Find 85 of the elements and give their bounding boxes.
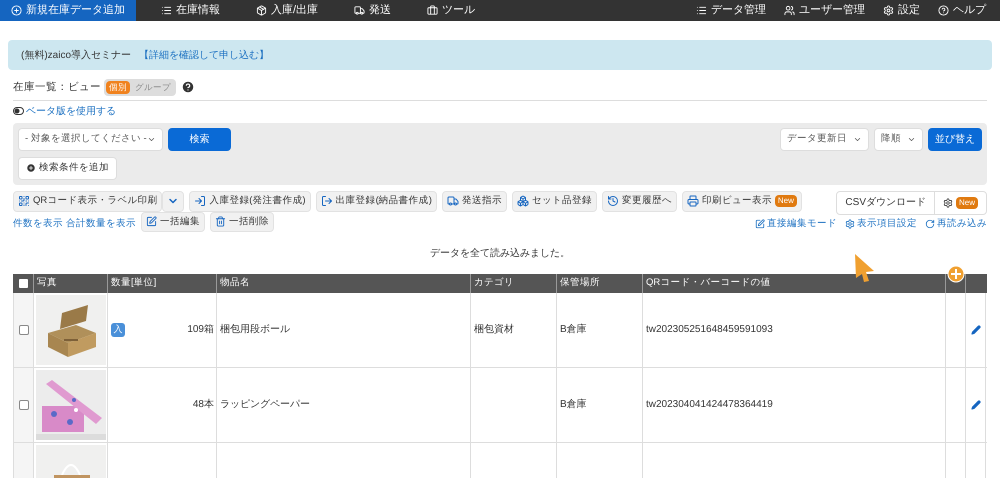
help-icon bbox=[938, 5, 949, 16]
column-header: 数量[単位] bbox=[108, 274, 217, 293]
settings-icon bbox=[942, 198, 953, 208]
list-icon bbox=[696, 5, 707, 16]
reload-icon bbox=[925, 218, 935, 229]
search-button[interactable]: 検索 bbox=[168, 128, 231, 151]
bulk-button[interactable]: 一括削除 bbox=[210, 212, 274, 232]
edit-icon bbox=[146, 216, 157, 228]
nav-tab[interactable]: 発送 bbox=[343, 0, 402, 21]
nav-link[interactable]: データ管理 bbox=[696, 2, 766, 19]
boxes-icon bbox=[516, 195, 529, 208]
new-badge: New bbox=[774, 195, 797, 208]
nav-tab[interactable]: 在庫情報 bbox=[150, 0, 231, 21]
sort-button[interactable]: 並び替え bbox=[928, 128, 982, 151]
truck-icon bbox=[354, 5, 366, 16]
plus-circle-icon bbox=[26, 163, 36, 174]
dropdown-toggle[interactable] bbox=[162, 190, 184, 212]
settings-icon bbox=[845, 218, 855, 229]
column-header: 物品名 bbox=[217, 274, 471, 293]
quantity-cell-text: 48本 bbox=[192, 398, 214, 412]
table-link[interactable]: 表示項目設定 bbox=[845, 216, 917, 231]
column-header: 写真 bbox=[34, 274, 108, 293]
new-badge: New bbox=[956, 196, 978, 209]
count-link[interactable]: 合計数量を表示 bbox=[66, 216, 136, 231]
category-cell-text: 梱包資材 bbox=[474, 322, 514, 338]
help-icon[interactable] bbox=[181, 80, 195, 94]
bulk-button[interactable]: 一括編集 bbox=[141, 212, 205, 232]
quantity-cell-text: 109箱 bbox=[187, 323, 214, 338]
nav-link[interactable]: ヘルプ bbox=[938, 2, 986, 19]
qr-code-icon bbox=[18, 195, 30, 208]
toggle-icon bbox=[13, 107, 24, 116]
sort-field-select[interactable]: データ更新日 bbox=[780, 128, 869, 151]
action-button[interactable]: セット品登録 bbox=[512, 190, 597, 212]
pencil-icon[interactable] bbox=[970, 400, 980, 410]
location-cell-text: B倉庫 bbox=[560, 322, 587, 338]
sign-out-icon bbox=[320, 195, 333, 208]
location-cell-text: B倉庫 bbox=[560, 398, 587, 412]
table-link[interactable]: 再読み込み bbox=[925, 216, 987, 231]
trash-icon bbox=[215, 216, 226, 228]
add-condition-button[interactable]: 検索条件を追加 bbox=[18, 156, 117, 180]
banner-link[interactable]: 【詳細を確認して申し込む】 bbox=[139, 48, 270, 62]
row-checkbox[interactable] bbox=[18, 400, 28, 410]
row-checkbox[interactable] bbox=[18, 324, 28, 335]
table-link[interactable]: 直接編集モード bbox=[755, 216, 837, 231]
sign-in-icon bbox=[194, 195, 206, 208]
banner-text: (無料)zaico導入セミナー bbox=[21, 48, 132, 62]
csv-download-button[interactable]: CSVダウンロード bbox=[837, 192, 935, 214]
column-header: 保管場所 bbox=[557, 274, 643, 293]
history-icon bbox=[606, 195, 619, 208]
status-message: データを全て読み込みました。 bbox=[429, 246, 571, 261]
code-cell-text: tw202305251648459591093 bbox=[646, 323, 773, 338]
plus-circle-icon bbox=[11, 5, 22, 16]
nav-link[interactable]: ユーザー管理 bbox=[784, 2, 865, 19]
nav-tab[interactable]: ツール bbox=[416, 0, 486, 21]
action-button[interactable]: 変更履歴へ bbox=[602, 190, 677, 212]
target-select[interactable]: - 対象を選択してください - bbox=[18, 128, 163, 151]
inbound-badge: 入 bbox=[111, 322, 125, 337]
code-cell-text: tw202304041424478364419 bbox=[646, 398, 773, 412]
users-icon bbox=[784, 5, 795, 16]
action-button[interactable]: 発送指示 bbox=[442, 190, 507, 212]
list-icon bbox=[161, 5, 172, 16]
printer-icon bbox=[686, 195, 699, 208]
pencil-icon[interactable] bbox=[970, 324, 980, 335]
sort-order-select[interactable]: 降順 bbox=[874, 128, 923, 151]
nav-tab[interactable]: 入庫/出庫 bbox=[245, 0, 330, 21]
count-link[interactable]: 件数を表示 bbox=[13, 216, 63, 231]
select-all-checkbox[interactable] bbox=[18, 278, 28, 288]
column-header: カテゴリ bbox=[471, 274, 557, 293]
action-button[interactable]: 印刷ビュー表示 New bbox=[682, 190, 802, 212]
beta-link[interactable]: ベータ版を使用する bbox=[26, 104, 116, 119]
edit-icon bbox=[755, 218, 765, 229]
add-column-icon[interactable] bbox=[947, 264, 965, 283]
truck-icon bbox=[446, 195, 459, 208]
view-label: 在庫一覧：ビュー bbox=[13, 80, 101, 94]
action-button[interactable]: 入庫登録(発注書作成) bbox=[189, 190, 311, 212]
settings-icon bbox=[883, 5, 894, 16]
item-name-cell-text: ラッピングペーパー bbox=[220, 398, 310, 412]
nav-tab[interactable]: 新規在庫データ追加 bbox=[0, 0, 136, 21]
action-button[interactable]: 出庫登録(納品書作成) bbox=[316, 190, 437, 212]
box-icon bbox=[256, 5, 267, 16]
cursor-icon bbox=[854, 253, 876, 283]
toolbox-icon bbox=[427, 5, 438, 16]
item-name-cell-text: 梱包用段ボール bbox=[220, 322, 290, 338]
nav-link[interactable]: 設定 bbox=[883, 2, 920, 19]
action-button[interactable]: QRコード表示・ラベル印刷 bbox=[13, 190, 162, 212]
